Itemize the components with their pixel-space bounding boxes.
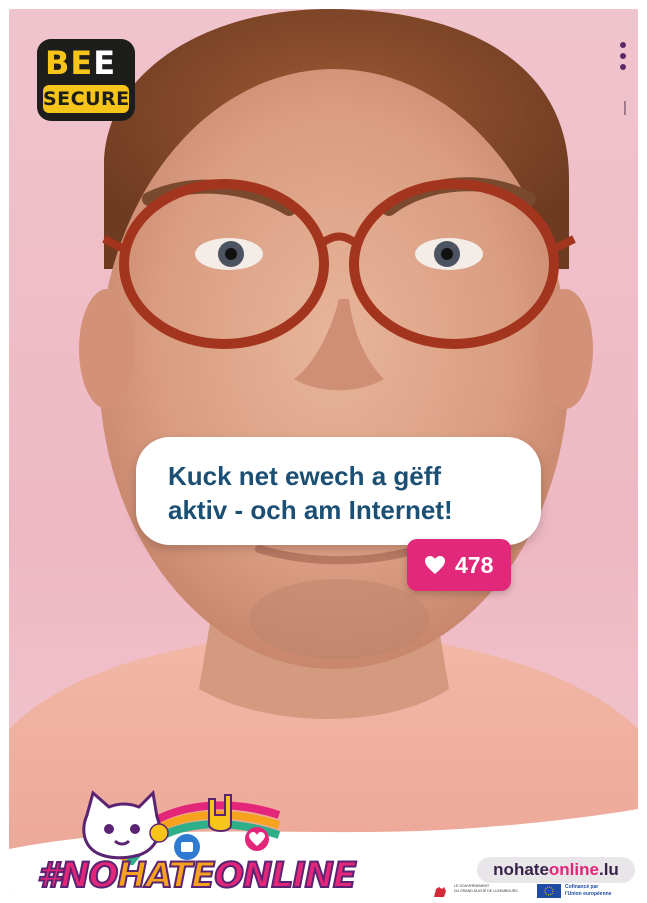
eu-flag-icon [537,884,561,898]
speech-bubble: Kuck net ewech a gëff aktiv - och am Int… [136,437,541,545]
luxembourg-government-logo: LE GOUVERNEMENT DU GRAND-DUCHÉ DE LUXEMB… [432,884,524,898]
hashtag-part-2: HATE [116,855,216,893]
gov-text: LE GOUVERNEMENT DU GRAND-DUCHÉ DE LUXEMB… [454,884,526,893]
campaign-url-link[interactable]: nohateonline.lu [477,857,635,883]
poster: BEE SECURE Kuck net ewech a gëff aktiv -… [9,9,638,893]
bee-logo-be: BE [45,44,94,82]
gov-line-2: DU GRAND-DUCHÉ DE LUXEMBOURG [454,888,518,893]
hashtag-part-3: ONLINE [213,855,358,893]
bee-logo-secure: SECURE [43,85,129,113]
hashtag-text: #NOHATEONLINE [36,853,358,893]
nohateonline-hashtag: #NOHATEONLINE [36,853,358,893]
hashtag-part-1: #NO [36,855,119,893]
bee-secure-logo: BEE SECURE [37,39,135,121]
eu-text: Cofinancé par l'Union européenne [565,884,631,897]
likes-badge[interactable]: 478 [407,539,511,591]
bee-logo-top: BEE [45,45,116,81]
side-mark [624,101,626,115]
lion-crest-icon [434,887,446,897]
url-part-1: nohate [493,860,549,879]
bubble-message: Kuck net ewech a gëff aktiv - och am Int… [168,459,528,527]
bubble-line-2: aktiv - och am Internet! [168,495,453,525]
eu-cofunding-logo: Cofinancé par l'Union européenne [537,884,629,898]
more-options-icon[interactable] [618,39,628,75]
bee-logo-e: E [93,44,117,82]
likes-count: 478 [455,552,494,578]
bubble-line-1: Kuck net ewech a gëff [168,461,442,491]
url-part-2: online [548,860,599,879]
url-part-3: .lu [598,860,619,879]
eu-line-2: l'Union européenne [565,890,612,897]
heart-icon [425,556,445,574]
